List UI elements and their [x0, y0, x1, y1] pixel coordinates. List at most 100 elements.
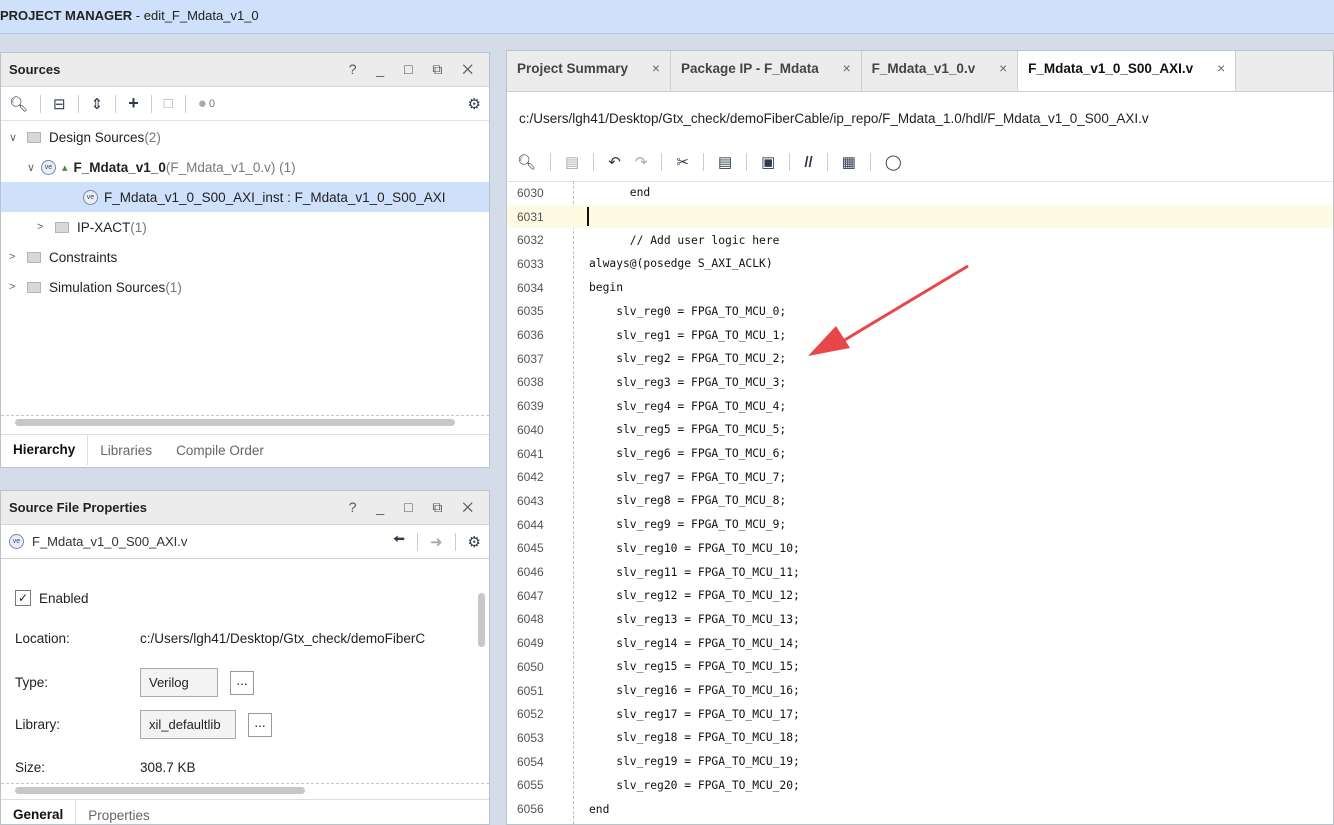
- code-line[interactable]: 6042 slv_reg7 = FPGA_TO_MCU_7;: [507, 465, 1333, 489]
- code-line[interactable]: 6034 begin: [507, 276, 1333, 300]
- code-line[interactable]: 6031: [507, 204, 1333, 229]
- window-controls[interactable]: ? _ □ ⧉ ✕: [349, 499, 481, 516]
- expand-all-icon[interactable]: ⇕: [91, 95, 104, 113]
- tab-label: F_Mdata_v1_0_S00_AXI.v: [1028, 61, 1194, 76]
- separator: [184, 94, 186, 113]
- tab-libraries[interactable]: Libraries: [88, 443, 164, 458]
- close-icon[interactable]: ×: [1217, 61, 1225, 76]
- separator: [454, 532, 456, 551]
- code-line[interactable]: 6048 slv_reg13 = FPGA_TO_MCU_13;: [507, 608, 1333, 632]
- code-line[interactable]: 6040 slv_reg5 = FPGA_TO_MCU_5;: [507, 418, 1333, 442]
- search-icon[interactable]: 🔍︎: [9, 95, 28, 113]
- back-arrow-icon[interactable]: 🠨: [393, 529, 405, 554]
- tab-properties[interactable]: Properties: [76, 808, 162, 823]
- chevron-down-icon[interactable]: ∨: [9, 131, 23, 144]
- search-icon[interactable]: 🔍︎: [517, 153, 536, 171]
- add-icon[interactable]: +: [128, 93, 139, 114]
- enabled-checkbox[interactable]: ✓: [15, 590, 31, 606]
- code-line[interactable]: 6043 slv_reg8 = FPGA_TO_MCU_8;: [507, 489, 1333, 513]
- code-line[interactable]: 6053 slv_reg18 = FPGA_TO_MCU_18;: [507, 726, 1333, 750]
- code-line[interactable]: 6041 slv_reg6 = FPGA_TO_MCU_6;: [507, 442, 1333, 466]
- horizontal-scrollbar[interactable]: [1, 415, 489, 430]
- unknown-source-icon[interactable]: □: [164, 95, 173, 112]
- chevron-down-icon[interactable]: ∨: [27, 161, 41, 174]
- tree-item-simulation-sources[interactable]: > Simulation Sources (1): [1, 272, 489, 302]
- chevron-right-icon[interactable]: >: [37, 221, 51, 233]
- paste-icon[interactable]: ▣: [761, 153, 775, 171]
- tab-general[interactable]: General: [1, 800, 77, 824]
- tree-item-ip-xact[interactable]: > IP-XACT (1): [1, 212, 489, 242]
- close-icon[interactable]: ×: [652, 61, 660, 76]
- editor-tab-bar: Project Summary × Package IP - F_Mdata × F…: [507, 51, 1333, 92]
- separator: [869, 153, 871, 171]
- code-line[interactable]: 6045 slv_reg10 = FPGA_TO_MCU_10;: [507, 537, 1333, 561]
- code-line[interactable]: 6050 slv_reg15 = FPGA_TO_MCU_15;: [507, 655, 1333, 679]
- gear-icon[interactable]: ⚙: [468, 533, 481, 551]
- undo-icon[interactable]: ↶: [608, 153, 621, 171]
- code-line[interactable]: 6030 end: [507, 181, 1333, 205]
- tree-item-design-sources[interactable]: ∨ Design Sources (2): [1, 122, 489, 152]
- separator: [593, 153, 595, 171]
- collapse-all-icon[interactable]: ⊟: [53, 95, 66, 113]
- code-line[interactable]: 6052 slv_reg17 = FPGA_TO_MCU_17;: [507, 702, 1333, 726]
- horizontal-scrollbar[interactable]: [1, 783, 489, 798]
- tree-item-extra: (1): [130, 219, 147, 235]
- copy-icon[interactable]: ▤: [718, 153, 732, 171]
- code-line[interactable]: 6036 slv_reg1 = FPGA_TO_MCU_1;: [507, 323, 1333, 347]
- code-line[interactable]: 6046 slv_reg11 = FPGA_TO_MCU_11;: [507, 560, 1333, 584]
- scrollbar-thumb[interactable]: [15, 787, 305, 794]
- close-icon[interactable]: ×: [999, 61, 1007, 76]
- forward-arrow-icon[interactable]: ➜: [430, 533, 443, 551]
- close-icon[interactable]: ×: [843, 61, 851, 76]
- code-line[interactable]: 6044 slv_reg9 = FPGA_TO_MCU_9;: [507, 513, 1333, 537]
- scrollbar-thumb[interactable]: [15, 419, 455, 426]
- gear-icon[interactable]: ⚙: [468, 95, 481, 113]
- chevron-right-icon[interactable]: >: [9, 281, 23, 293]
- window-controls[interactable]: ? _ □ ⧉ ✕: [349, 61, 481, 78]
- line-number: 6033: [517, 256, 544, 271]
- chevron-right-icon[interactable]: >: [9, 251, 23, 263]
- tab-project-summary[interactable]: Project Summary ×: [507, 51, 671, 91]
- code-line[interactable]: 6054 slv_reg19 = FPGA_TO_MCU_19;: [507, 750, 1333, 774]
- library-browse-button[interactable]: ...: [248, 712, 272, 737]
- scrollbar-thumb[interactable]: [478, 593, 485, 647]
- redo-icon[interactable]: ↷: [635, 153, 648, 171]
- save-icon[interactable]: ▤: [565, 153, 579, 171]
- line-number: 6034: [517, 280, 544, 295]
- type-browse-button[interactable]: ...: [230, 670, 254, 695]
- code-line[interactable]: 6049 slv_reg14 = FPGA_TO_MCU_14;: [507, 631, 1333, 655]
- tab-compile-order[interactable]: Compile Order: [164, 443, 276, 458]
- vertical-scrollbar[interactable]: [475, 573, 487, 778]
- lightbulb-icon[interactable]: ◯: [885, 153, 902, 171]
- location-label: Location:: [15, 631, 70, 646]
- code-line[interactable]: 6037 slv_reg2 = FPGA_TO_MCU_2;: [507, 347, 1333, 371]
- comment-icon[interactable]: //: [804, 154, 812, 171]
- line-number: 6032: [517, 233, 544, 248]
- tab-label: Package IP - F_Mdata: [680, 61, 819, 76]
- text-caret: [587, 207, 589, 227]
- code-line[interactable]: 6055 slv_reg20 = FPGA_TO_MCU_20;: [507, 774, 1333, 798]
- code-line[interactable]: 6038 slv_reg3 = FPGA_TO_MCU_3;: [507, 371, 1333, 395]
- verilog-file-icon: ve: [9, 534, 24, 549]
- tab-f-mdata-s00-axi[interactable]: F_Mdata_v1_0_S00_AXI.v ×: [1018, 51, 1237, 91]
- tab-hierarchy[interactable]: Hierarchy: [1, 435, 89, 465]
- cut-icon[interactable]: ✂: [676, 153, 689, 171]
- code-line[interactable]: 6056 end: [507, 797, 1333, 821]
- template-icon[interactable]: ▦: [842, 153, 856, 171]
- tree-item-axi-inst[interactable]: ve F_Mdata_v1_0_S00_AXI_inst : F_Mdata_v…: [1, 182, 489, 212]
- code-line[interactable]: 6032 // Add user logic here: [507, 228, 1333, 252]
- code-line[interactable]: 6035 slv_reg0 = FPGA_TO_MCU_0;: [507, 300, 1333, 324]
- code-line[interactable]: 6047 slv_reg12 = FPGA_TO_MCU_12;: [507, 584, 1333, 608]
- code-text: slv_reg17 = FPGA_TO_MCU_17;: [589, 707, 800, 721]
- code-text: slv_reg13 = FPGA_TO_MCU_13;: [589, 612, 800, 626]
- tab-f-mdata-v1-0[interactable]: F_Mdata_v1_0.v ×: [862, 51, 1019, 91]
- separator: [661, 153, 663, 171]
- tab-package-ip[interactable]: Package IP - F_Mdata ×: [671, 51, 862, 91]
- code-line[interactable]: 6039 slv_reg4 = FPGA_TO_MCU_4;: [507, 394, 1333, 418]
- code-editor[interactable]: 6030 end 6031 6032 // Add user logic here 6…: [507, 181, 1333, 824]
- code-text: slv_reg11 = FPGA_TO_MCU_11;: [589, 565, 800, 579]
- tree-item-constraints[interactable]: > Constraints: [1, 242, 489, 272]
- tree-item-top-module[interactable]: ∨ ve ▴ F_Mdata_v1_0 (F_Mdata_v1_0.v) (1): [1, 152, 489, 182]
- code-line[interactable]: 6051 slv_reg16 = FPGA_TO_MCU_16;: [507, 679, 1333, 703]
- code-line[interactable]: 6033 always@(posedge S_AXI_ACLK): [507, 252, 1333, 276]
